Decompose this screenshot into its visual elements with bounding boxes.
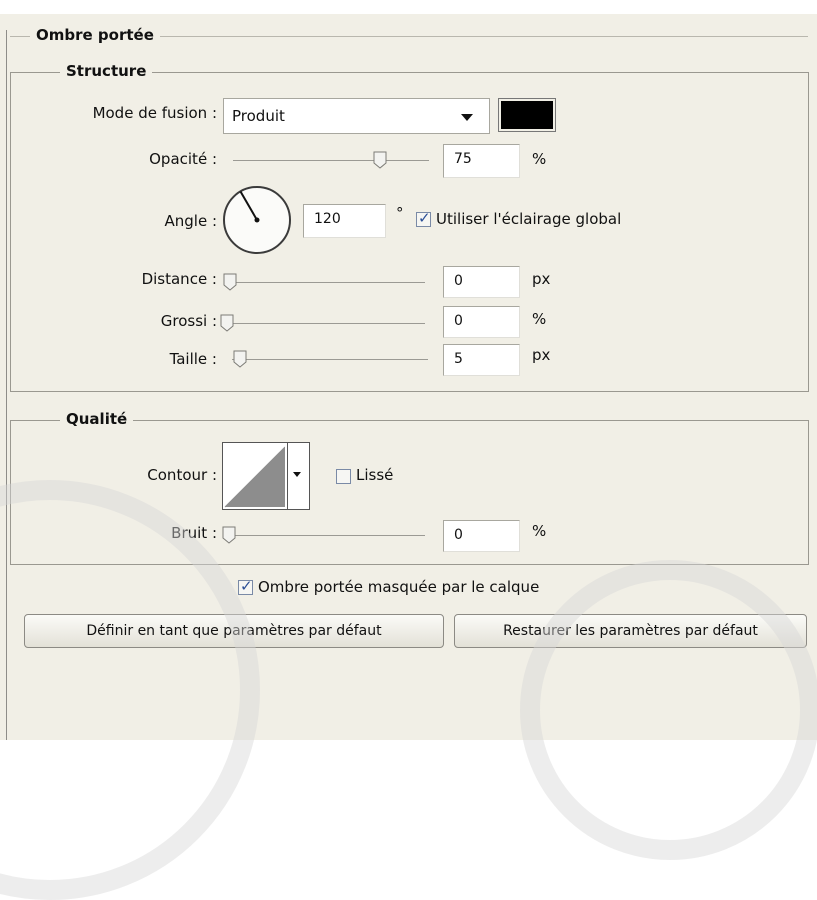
distance-label: Distance : <box>141 270 217 288</box>
spread-slider-track[interactable] <box>229 323 425 324</box>
spread-unit: % <box>532 310 547 328</box>
antialias-checkbox[interactable] <box>336 469 351 484</box>
blend-mode-select[interactable]: Produit <box>223 98 490 134</box>
chevron-down-icon <box>461 114 473 121</box>
global-light-checkbox[interactable]: ✓ <box>416 209 431 227</box>
global-light-label[interactable]: Utiliser l'éclairage global <box>436 210 621 228</box>
quality-title: Qualité <box>60 410 134 428</box>
contour-divider <box>287 443 288 509</box>
structure-title: Structure <box>60 62 153 80</box>
knockout-checkbox[interactable]: ✓ <box>238 577 253 595</box>
panel-edge <box>6 30 7 740</box>
chevron-down-icon <box>293 472 301 477</box>
opacity-slider-thumb[interactable] <box>373 151 387 169</box>
blend-mode-label: Mode de fusion : <box>92 104 217 122</box>
distance-slider-thumb[interactable] <box>223 273 237 291</box>
opacity-unit: % <box>532 150 547 168</box>
size-slider-thumb[interactable] <box>233 350 247 368</box>
knockout-label[interactable]: Ombre portée masquée par le calque <box>258 578 539 596</box>
color-swatch[interactable] <box>498 98 556 132</box>
check-icon: ✓ <box>240 577 253 595</box>
noise-input[interactable]: 0 <box>443 520 520 552</box>
contour-picker[interactable] <box>222 442 310 510</box>
spread-input[interactable]: 0 <box>443 306 520 338</box>
spread-slider-thumb[interactable] <box>220 314 234 332</box>
reset-default-button[interactable]: Restaurer les paramètres par défaut <box>454 614 807 648</box>
section-title: Ombre portée <box>30 26 160 44</box>
opacity-label: Opacité : <box>149 150 217 168</box>
noise-label: Bruit : <box>171 524 217 542</box>
size-input[interactable]: 5 <box>443 344 520 376</box>
distance-input[interactable]: 0 <box>443 266 520 298</box>
blend-mode-value: Produit <box>232 107 285 125</box>
size-unit: px <box>532 346 551 364</box>
size-label: Taille : <box>169 350 217 368</box>
quality-box <box>10 420 809 565</box>
noise-slider-thumb[interactable] <box>222 526 236 544</box>
check-icon: ✓ <box>418 209 431 227</box>
size-slider-track[interactable] <box>232 359 428 360</box>
angle-input[interactable]: 120 <box>303 204 386 238</box>
antialias-label[interactable]: Lissé <box>356 466 393 484</box>
noise-unit: % <box>532 522 547 540</box>
angle-label: Angle : <box>164 212 217 230</box>
angle-dial[interactable] <box>221 184 293 256</box>
noise-slider-track[interactable] <box>229 535 425 536</box>
opacity-input[interactable]: 75 <box>443 144 520 178</box>
color-swatch-fill <box>501 101 553 129</box>
distance-unit: px <box>532 270 551 288</box>
opacity-slider-track[interactable] <box>233 160 429 161</box>
spread-label: Grossi : <box>160 312 217 330</box>
distance-slider-track[interactable] <box>229 282 425 283</box>
make-default-button[interactable]: Définir en tant que paramètres par défau… <box>24 614 444 648</box>
angle-unit: ° <box>396 204 404 222</box>
contour-label: Contour : <box>147 466 217 484</box>
top-strip <box>0 0 817 14</box>
contour-curve-icon <box>224 446 285 508</box>
